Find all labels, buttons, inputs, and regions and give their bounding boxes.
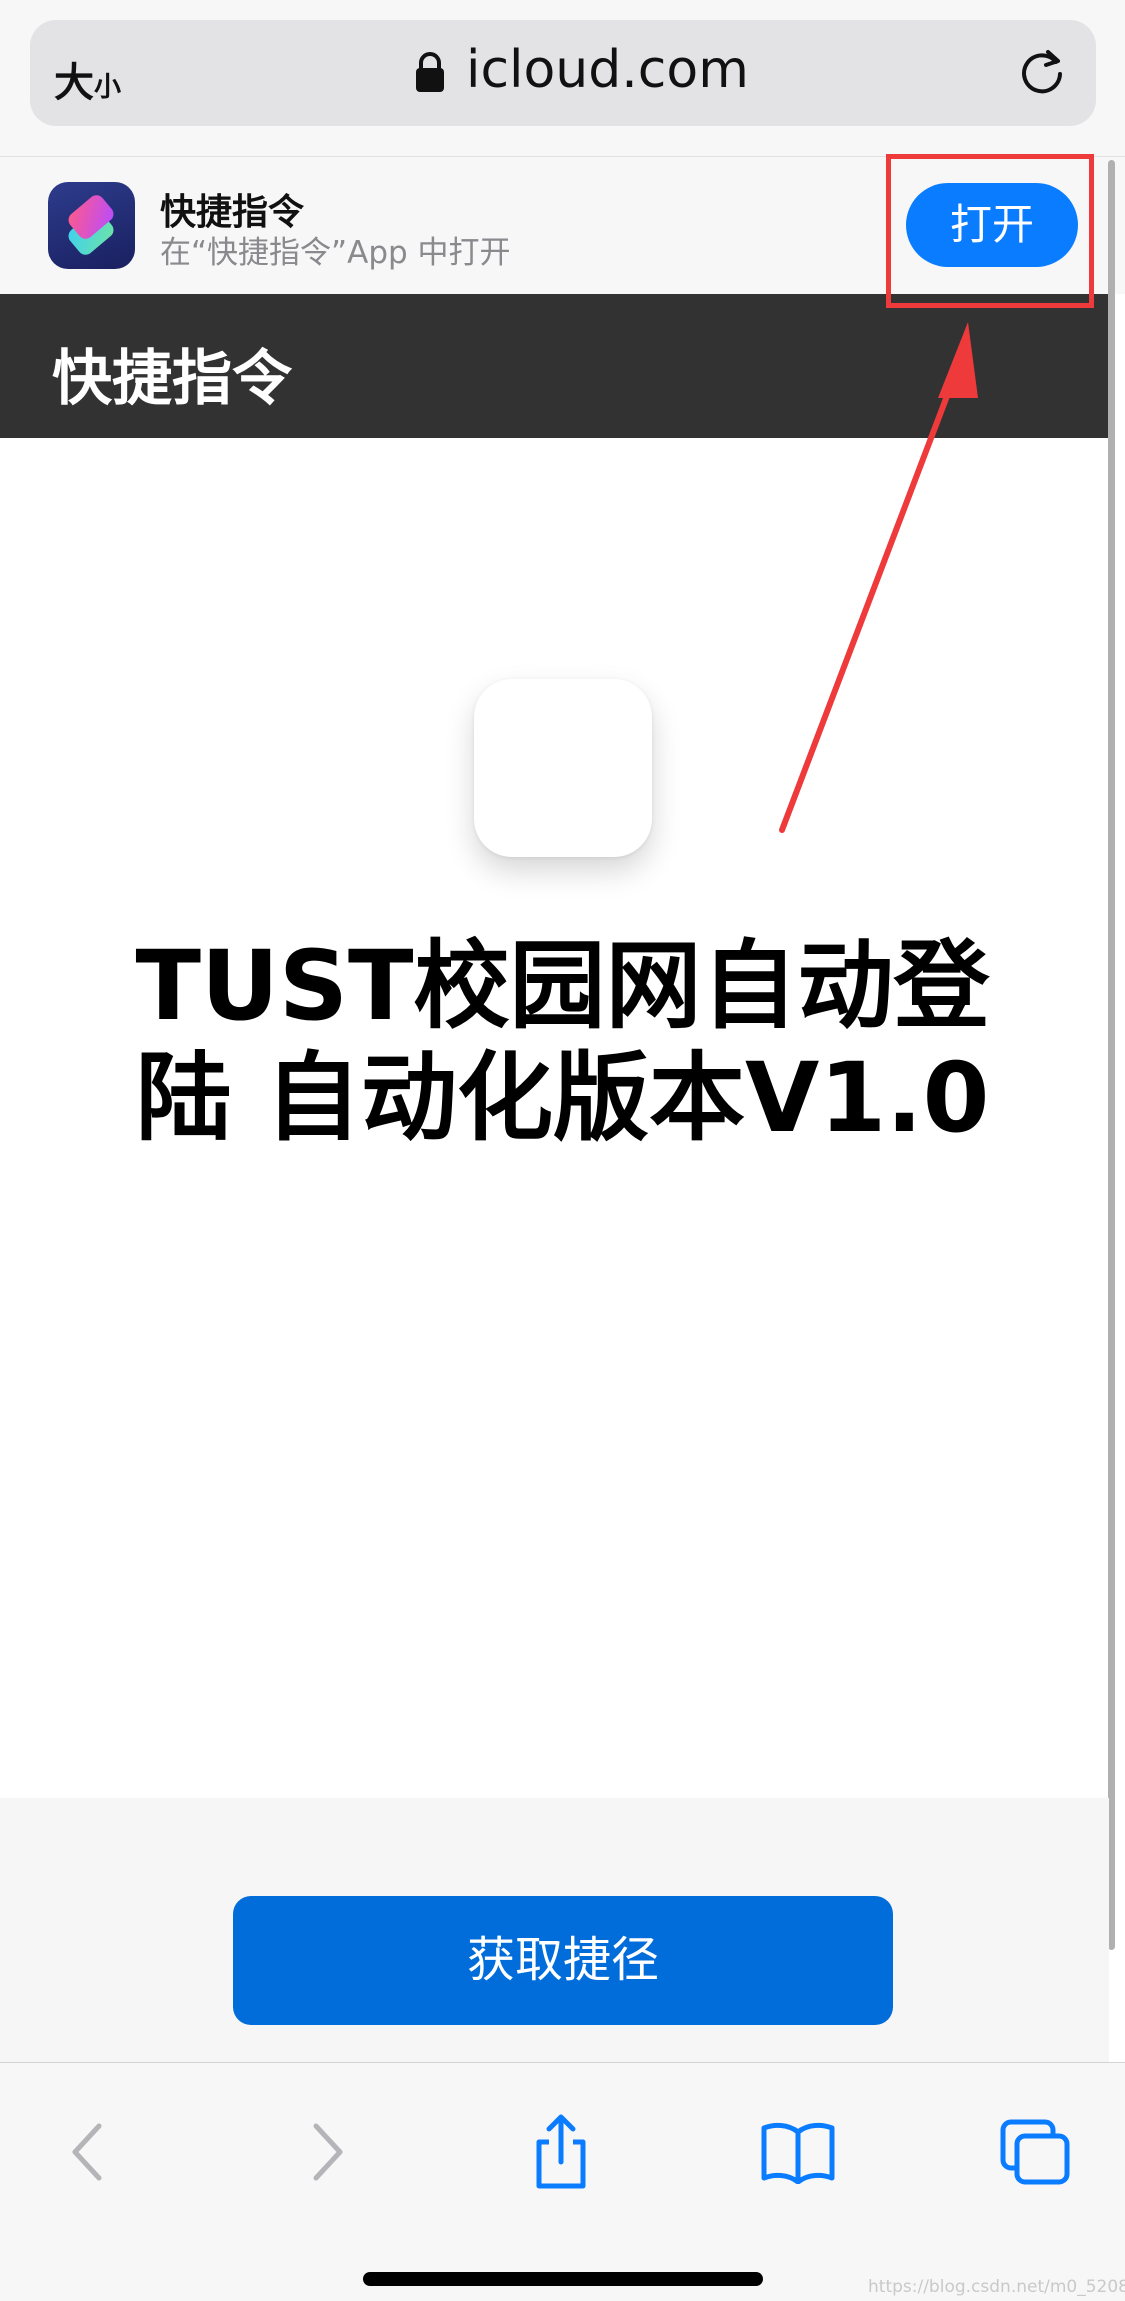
home-indicator [363, 2272, 763, 2286]
page-title: 快捷指令 [52, 344, 292, 414]
reload-icon[interactable] [1014, 44, 1070, 100]
watermark-text: https://blog.csdn.net/m0_52088644 [868, 2277, 1125, 2297]
lock-icon [416, 52, 444, 92]
shortcut-title-line-1: TUST校园网自动登 [135, 930, 990, 1042]
shortcuts-app-icon [48, 182, 135, 269]
shortcut-icon [474, 679, 652, 857]
chevron-right-icon [313, 2123, 343, 2181]
get-shortcut-button[interactable]: 获取捷径 [233, 1896, 893, 2025]
text-size-small-label: 小 [94, 72, 121, 103]
tabs-button[interactable] [990, 2107, 1080, 2197]
back-button[interactable] [42, 2107, 132, 2197]
tabs-icon [1000, 2119, 1070, 2185]
text-size-large-label: 大 [54, 60, 94, 106]
text-size-button[interactable]: 大小 [54, 50, 121, 108]
url-domain[interactable]: icloud.com [466, 40, 749, 100]
browser-toolbar [0, 2062, 1125, 2301]
shortcut-title: TUST校园网自动登 陆 自动化版本V1.0 [80, 930, 1045, 1154]
shortcut-title-line-2: 陆 自动化版本V1.0 [135, 1042, 990, 1154]
chevron-left-icon [72, 2123, 102, 2181]
book-icon [761, 2122, 835, 2184]
page-header: 快捷指令 [0, 294, 1109, 438]
forward-button[interactable] [283, 2107, 373, 2197]
annotation-highlight-box [886, 154, 1094, 308]
app-subtitle: 在“快捷指令”App 中打开 [160, 235, 511, 271]
share-icon [536, 2114, 586, 2189]
browser-address-area: 大小 icloud.com [0, 0, 1125, 157]
bookmarks-button[interactable] [753, 2107, 843, 2197]
address-bar[interactable]: 大小 icloud.com [30, 20, 1096, 126]
page-scrollbar[interactable] [1108, 160, 1115, 1950]
share-button[interactable] [516, 2107, 606, 2197]
